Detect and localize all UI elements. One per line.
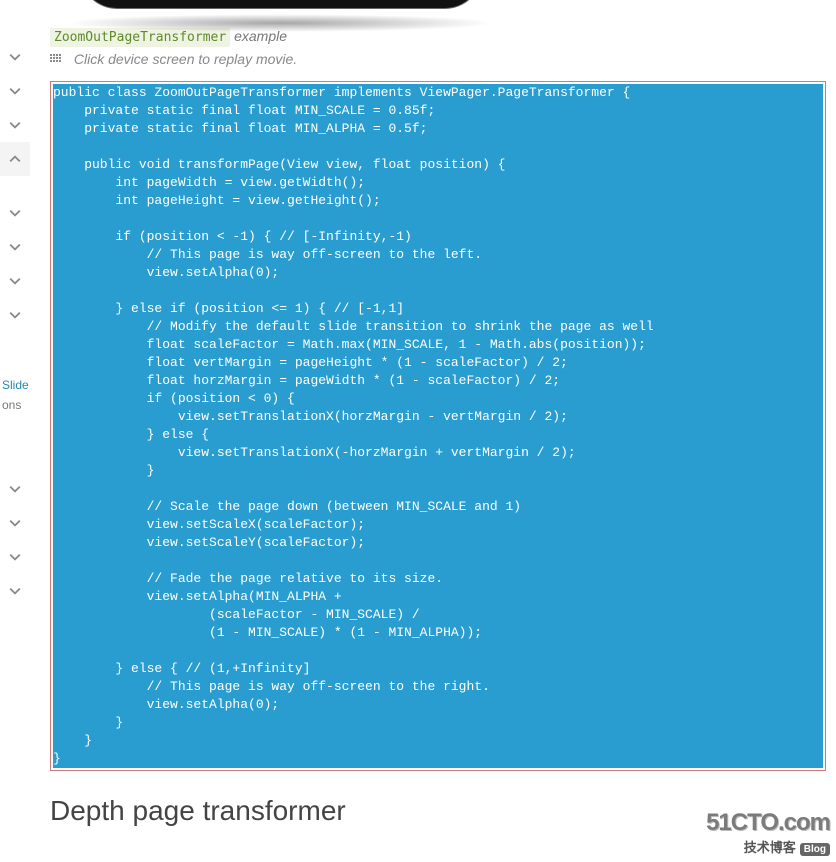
device-mockup[interactable] xyxy=(70,0,490,20)
replay-note: Click device screen to replay movie. xyxy=(50,51,826,67)
sidebar: Slide ons xyxy=(0,0,30,847)
nav-toggle[interactable] xyxy=(0,574,30,608)
code-content: public class ZoomOutPageTransformer impl… xyxy=(53,84,823,768)
nav-toggle[interactable] xyxy=(0,142,30,176)
nav-toggle[interactable] xyxy=(0,264,30,298)
sidebar-link-slide[interactable]: Slide xyxy=(0,378,30,392)
nav-toggle[interactable] xyxy=(0,540,30,574)
nav-toggle[interactable] xyxy=(0,196,30,230)
nav-toggle[interactable] xyxy=(0,108,30,142)
nav-toggle[interactable] xyxy=(0,230,30,264)
sidebar-text: ons xyxy=(0,398,30,412)
nav-toggle[interactable] xyxy=(0,506,30,540)
note-text: Click device screen to replay movie. xyxy=(74,51,297,67)
section-heading: Depth page transformer xyxy=(50,795,826,827)
nav-toggle[interactable] xyxy=(0,74,30,108)
movie-icon xyxy=(50,54,64,66)
nav-toggle[interactable] xyxy=(0,472,30,506)
code-block[interactable]: public class ZoomOutPageTransformer impl… xyxy=(50,81,826,771)
nav-toggle[interactable] xyxy=(0,40,30,74)
nav-toggle[interactable] xyxy=(0,298,30,332)
